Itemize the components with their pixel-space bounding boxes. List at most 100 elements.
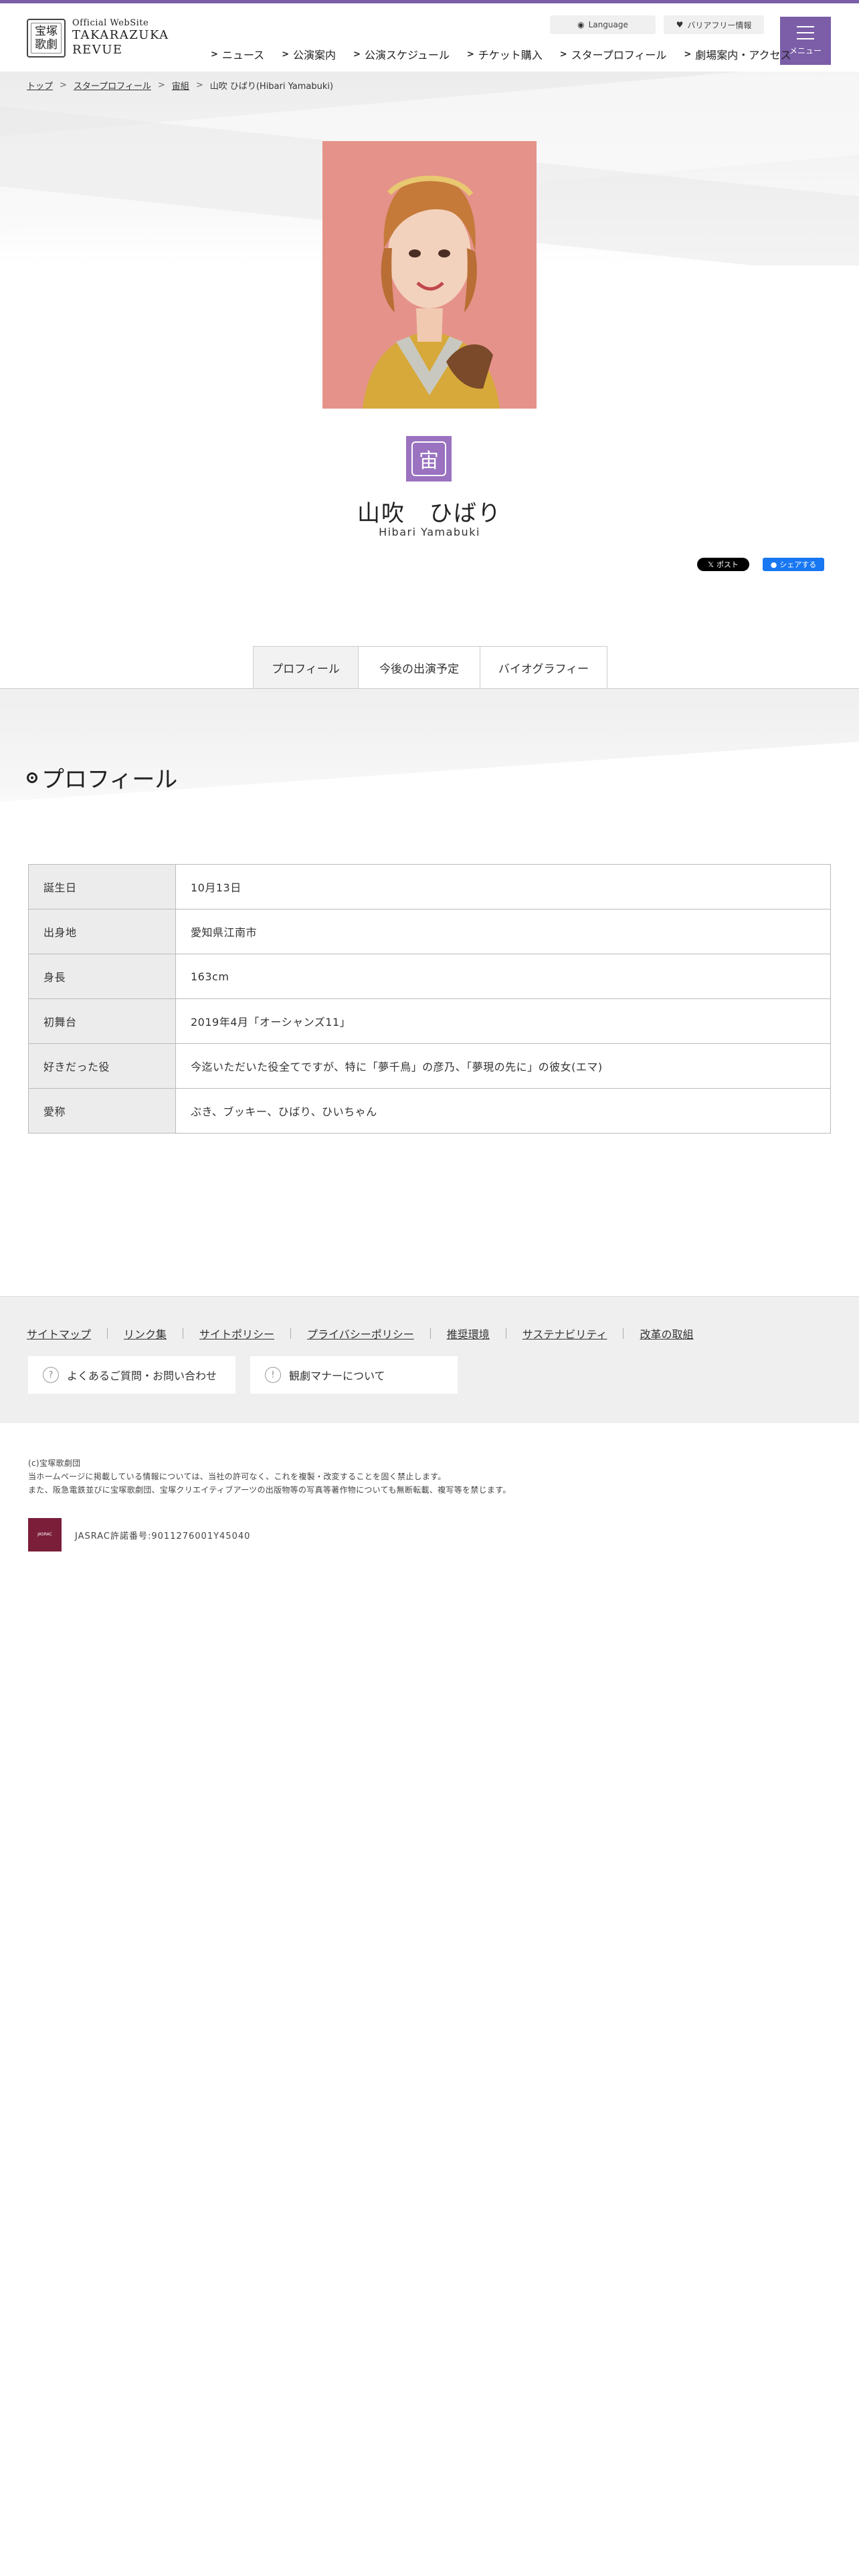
- footer-link-sustainability[interactable]: サステナビリティ: [522, 1325, 607, 1341]
- row-value: 163cm: [175, 954, 831, 999]
- share-x-button[interactable]: 𝕏 ポスト: [697, 558, 749, 571]
- tab-profile[interactable]: プロフィール: [253, 646, 359, 689]
- barrier-free-label: バリアフリー情報: [687, 20, 752, 30]
- logo-mark: 宝塚 歌劇: [27, 18, 66, 58]
- breadcrumb-troupe[interactable]: 宙組: [172, 79, 189, 92]
- hamburger-icon: [797, 25, 814, 39]
- manner-button[interactable]: ! 観劇マナーについて: [250, 1356, 458, 1394]
- footer-divider: [290, 1328, 292, 1339]
- star-name-ja: 山吹 ひばり: [357, 500, 502, 527]
- share-fb-label: シェアする: [779, 560, 817, 569]
- row-key: 出身地: [28, 909, 176, 954]
- copyright: (c)宝塚歌劇団 当ホームページに掲載している情報については、当社の許可なく、こ…: [28, 1457, 511, 1497]
- footer-divider: [107, 1328, 108, 1339]
- footer-link-environment[interactable]: 推奨環境: [447, 1325, 490, 1341]
- chevron-right-icon: >: [353, 49, 361, 60]
- footer-divider: [430, 1328, 431, 1339]
- breadcrumb-star-profile[interactable]: スタープロフィール: [74, 79, 151, 92]
- tab-divider: [0, 688, 859, 689]
- nav-item-tickets[interactable]: > チケット購入: [467, 46, 543, 62]
- chevron-right-icon: >: [211, 49, 218, 60]
- question-icon: ?: [43, 1367, 59, 1383]
- faq-label: よくあるご質問・お問い合わせ: [67, 1370, 217, 1382]
- facebook-icon: ●: [770, 560, 777, 569]
- nav-item-schedule[interactable]: > 公演スケジュール: [353, 46, 450, 62]
- row-key: 初舞台: [28, 998, 176, 1044]
- profile-table: 誕生日 10月13日 出身地 愛知県江南市 身長 163cm 初舞台 2019年…: [28, 864, 831, 1134]
- logo-name-line2: REVUE: [72, 43, 123, 57]
- footer-divider: [623, 1328, 624, 1339]
- footer-link-links[interactable]: リンク集: [124, 1325, 167, 1341]
- copyright-line1: (c)宝塚歌劇団: [28, 1459, 81, 1468]
- footer-link-privacy[interactable]: プライバシーポリシー: [307, 1325, 414, 1341]
- site-logo[interactable]: 宝塚 歌劇 Official WebSite TAKARAZUKA REVUE: [27, 18, 169, 58]
- barrier-free-button[interactable]: ♥ バリアフリー情報: [664, 15, 764, 34]
- breadcrumb-current: 山吹 ひばり(Hibari Yamabuki): [209, 82, 334, 92]
- table-row: 誕生日 10月13日: [28, 864, 831, 909]
- nav-item-news[interactable]: > ニュース: [211, 46, 264, 62]
- row-key: 誕生日: [28, 864, 176, 909]
- chevron-right-icon: >: [684, 49, 692, 60]
- copyright-line3: また、阪急電鉄並びに宝塚歌劇団、宝塚クリエイティブアーツの出版物等の写真等著作物…: [28, 1485, 511, 1495]
- table-row: 初舞台 2019年4月「オーシャンズ11」: [28, 998, 831, 1044]
- row-value: 今迄いただいた役全てですが、特に「夢千鳥」の彦乃、「夢現の先に」の彼女(エマ): [175, 1043, 831, 1089]
- nav-label: 公演スケジュール: [364, 49, 450, 62]
- language-label: Language: [588, 20, 628, 29]
- tab-biography[interactable]: バイオグラフィー: [480, 646, 607, 689]
- table-row: 身長 163cm: [28, 954, 831, 999]
- manner-label: 観劇マナーについて: [289, 1370, 385, 1382]
- chevron-right-icon: >: [282, 49, 290, 60]
- nav-item-star-profile[interactable]: > スタープロフィール: [560, 46, 667, 62]
- breadcrumb-separator: >: [60, 80, 67, 90]
- row-key: 愛称: [28, 1088, 176, 1134]
- row-value: 愛知県江南市: [175, 909, 831, 954]
- row-value: 10月13日: [175, 864, 831, 909]
- breadcrumb-separator: >: [195, 80, 203, 90]
- copyright-line2: 当ホームページに掲載している情報については、当社の許可なく、これを複製・改変する…: [28, 1472, 446, 1481]
- global-nav: > ニュース > 公演案内 > 公演スケジュール > チケット購入 > スタープロフィール…: [211, 46, 809, 62]
- jasrac-logo: JASRAC: [28, 1518, 62, 1551]
- troupe-badge: 宙: [406, 436, 452, 481]
- jasrac-text: JASRAC許諾番号:9011276001Y45040: [75, 1531, 251, 1541]
- section-title: プロフィール: [27, 761, 177, 794]
- globe-icon: ◉: [577, 20, 585, 29]
- table-row: 好きだった役 今迄いただいた役全てですが、特に「夢千鳥」の彦乃、「夢現の先に」の…: [28, 1043, 831, 1089]
- profile-tabs: プロフィール 今後の出演予定 バイオグラフィー: [253, 646, 607, 689]
- row-key: 好きだった役: [28, 1043, 176, 1089]
- footer-link-site-policy[interactable]: サイトポリシー: [199, 1325, 274, 1341]
- nav-item-performances[interactable]: > 公演案内: [282, 46, 336, 62]
- logo-name-line1: TAKARAZUKA: [72, 28, 169, 42]
- x-logo-icon: 𝕏: [708, 560, 714, 569]
- breadcrumb-separator: >: [157, 80, 165, 90]
- nav-label: 公演案内: [293, 49, 337, 62]
- footer-links: サイトマップ リンク集 サイトポリシー プライバシーポリシー 推奨環境 サステナ…: [27, 1325, 694, 1341]
- logo-text: Official WebSite TAKARAZUKA REVUE: [72, 18, 169, 58]
- share-x-label: ポスト: [716, 560, 739, 569]
- language-button[interactable]: ◉ Language: [550, 15, 656, 34]
- site-header: 宝塚 歌劇 Official WebSite TAKARAZUKA REVUE …: [0, 3, 859, 72]
- nav-label: ニュース: [221, 49, 265, 62]
- share-facebook-button[interactable]: ● シェアする: [763, 558, 824, 571]
- logo-mark-line1: 宝塚: [35, 24, 58, 38]
- section-background: [0, 689, 859, 829]
- faq-button[interactable]: ? よくあるご質問・お問い合わせ: [28, 1356, 235, 1394]
- logo-mark-line2: 歌劇: [35, 37, 58, 51]
- row-value: 2019年4月「オーシャンズ11」: [175, 998, 831, 1044]
- section-title-text: プロフィール: [41, 766, 178, 793]
- star-portrait: [322, 141, 537, 409]
- footer-link-sitemap[interactable]: サイトマップ: [27, 1325, 91, 1341]
- row-key: 身長: [28, 954, 176, 999]
- row-value: ぶき、ブッキー、ひばり、ひいちゃん: [175, 1088, 831, 1134]
- tab-upcoming-performances[interactable]: 今後の出演予定: [359, 646, 480, 689]
- breadcrumb-top[interactable]: トップ: [27, 79, 53, 92]
- star-name-en: Hibari Yamabuki: [379, 526, 480, 538]
- breadcrumb: トップ > スタープロフィール > 宙組 > 山吹 ひばり(Hibari Yam…: [27, 79, 333, 92]
- jasrac-info: JASRAC JASRAC許諾番号:9011276001Y45040: [28, 1518, 250, 1551]
- circle-dot-icon: [27, 772, 37, 783]
- nav-label: チケット購入: [478, 49, 543, 62]
- footer-link-reform[interactable]: 改革の取組: [640, 1325, 693, 1341]
- heart-icon: ♥: [676, 20, 684, 29]
- table-row: 出身地 愛知県江南市: [28, 909, 831, 954]
- logo-official: Official WebSite: [72, 18, 149, 28]
- nav-item-theater-access[interactable]: > 劇場案内・アクセス: [684, 46, 791, 62]
